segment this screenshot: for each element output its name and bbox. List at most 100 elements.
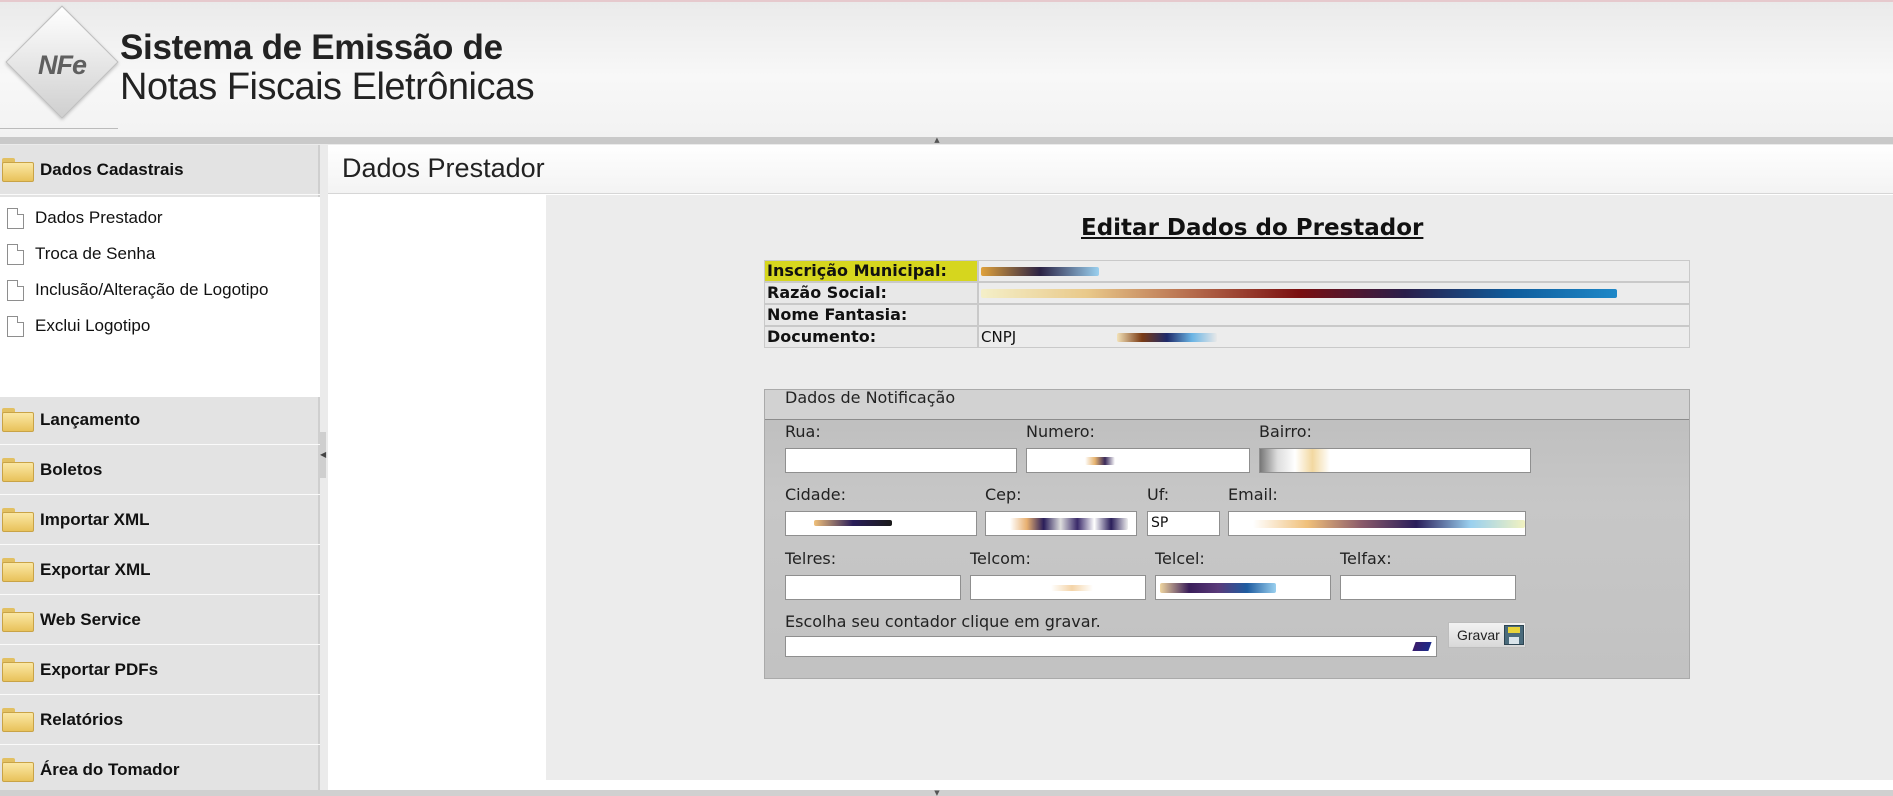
uf-label: Uf:	[1147, 485, 1170, 504]
sidebar-section-label: Área do Tomador	[40, 760, 180, 779]
telcel-input[interactable]	[1155, 575, 1331, 600]
rua-input[interactable]	[785, 448, 1017, 473]
gravar-button[interactable]: Gravar	[1448, 622, 1526, 648]
sidebar-section-boletos[interactable]: Boletos	[0, 445, 320, 495]
rua-label: Rua:	[785, 422, 821, 441]
info-value-razao-social	[978, 282, 1690, 304]
sidebar-section-dados-cadastrais[interactable]: Dados Cadastrais	[0, 145, 320, 195]
redacted-value	[1260, 449, 1330, 472]
collapse-sidebar-icon[interactable]: ◀	[320, 432, 326, 478]
notification-fieldset: Dados de Notificação Rua: Numero: Bairro…	[764, 388, 1690, 679]
nfe-logo-text: NFe	[37, 50, 87, 80]
redacted-value	[1051, 585, 1093, 591]
contador-label: Escolha seu contador clique em gravar.	[785, 612, 1101, 631]
telres-input[interactable]	[785, 575, 961, 600]
collapse-down-icon[interactable]: ▼	[912, 790, 962, 796]
folder-icon	[2, 658, 34, 682]
sidebar-item-logotipo[interactable]: Inclusão/Alteração de Logotipo	[0, 275, 320, 305]
cidade-label: Cidade:	[785, 485, 846, 504]
info-label: Documento:	[764, 326, 978, 348]
cidade-input[interactable]	[785, 511, 977, 536]
sidebar-section-web-service[interactable]: Web Service	[0, 595, 320, 645]
redacted-value	[1253, 520, 1525, 528]
uf-input[interactable]: SP	[1147, 511, 1220, 536]
info-value-documento: CNPJ	[978, 326, 1690, 348]
bairro-input[interactable]	[1259, 448, 1531, 473]
document-type: CNPJ	[981, 328, 1017, 346]
telfax-label: Telfax:	[1340, 549, 1392, 568]
dropdown-arrow-icon	[1412, 642, 1432, 651]
info-value-nome-fantasia	[978, 304, 1690, 326]
sidebar-section-area-tomador[interactable]: Área do Tomador	[0, 745, 320, 795]
telcel-label: Telcel:	[1155, 549, 1205, 568]
redacted-value	[981, 289, 1617, 298]
sidebar-section-label: Lançamento	[40, 410, 141, 429]
folder-icon	[2, 508, 34, 532]
redacted-value	[1117, 333, 1217, 342]
cep-label: Cep:	[985, 485, 1022, 504]
info-row-razao-social: Razão Social:	[764, 282, 1690, 304]
sidebar-section-label: Dados Cadastrais	[40, 160, 184, 179]
bairro-label: Bairro:	[1259, 422, 1312, 441]
sidebar-section-label: Web Service	[40, 610, 141, 629]
sidebar: Dados Cadastrais Dados Prestador Troca d…	[0, 145, 320, 795]
save-icon	[1504, 625, 1524, 645]
sidebar-section-exportar-xml[interactable]: Exportar XML	[0, 545, 320, 595]
gravar-button-label: Gravar	[1457, 627, 1500, 643]
telres-label: Telres:	[785, 549, 837, 568]
telcom-label: Telcom:	[970, 549, 1031, 568]
form-title: Editar Dados do Prestador	[1081, 215, 1424, 241]
info-row-inscricao: Inscrição Municipal:	[764, 260, 1690, 282]
folder-icon	[2, 458, 34, 482]
redacted-value	[1010, 518, 1128, 530]
folder-icon	[2, 408, 34, 432]
sidebar-item-troca-senha[interactable]: Troca de Senha	[0, 239, 320, 269]
document-icon	[7, 280, 24, 301]
app-title-line2: Notas Fiscais Eletrônicas	[120, 66, 535, 108]
sidebar-item-label: Dados Prestador	[35, 208, 163, 227]
sidebar-item-exclui-logotipo[interactable]: Exclui Logotipo	[0, 311, 320, 341]
document-icon	[7, 208, 24, 229]
folder-open-icon	[2, 158, 34, 182]
sidebar-section-label: Exportar XML	[40, 560, 151, 579]
info-label: Inscrição Municipal:	[764, 260, 978, 282]
document-icon	[7, 244, 24, 265]
sidebar-item-dados-prestador[interactable]: Dados Prestador	[0, 203, 320, 233]
redacted-value	[814, 520, 892, 526]
document-icon	[7, 316, 24, 337]
app-header: NFe Sistema de Emissão de Notas Fiscais …	[0, 0, 1893, 138]
numero-label: Numero:	[1026, 422, 1095, 441]
info-label: Nome Fantasia:	[764, 304, 978, 326]
fieldset-legend-bar: Dados de Notificação	[765, 388, 1689, 420]
telfax-input[interactable]	[1340, 575, 1516, 600]
fieldset-legend: Dados de Notificação	[785, 388, 956, 407]
sidebar-section-exportar-pdfs[interactable]: Exportar PDFs	[0, 645, 320, 695]
folder-icon	[2, 558, 34, 582]
cep-input[interactable]	[985, 511, 1137, 536]
contador-select[interactable]	[785, 636, 1437, 657]
redacted-value	[1160, 583, 1276, 593]
email-label: Email:	[1228, 485, 1278, 504]
numero-input[interactable]	[1026, 448, 1250, 473]
info-row-nome-fantasia: Nome Fantasia:	[764, 304, 1690, 326]
sidebar-item-label: Exclui Logotipo	[35, 316, 151, 335]
sidebar-section-importar-xml[interactable]: Importar XML	[0, 495, 320, 545]
content-area: Editar Dados do Prestador Inscrição Muni…	[546, 195, 1893, 780]
app-title-line1: Sistema de Emissão de	[120, 28, 503, 67]
sidebar-section-relatorios[interactable]: Relatórios	[0, 695, 320, 745]
header-divider	[0, 128, 118, 129]
folder-icon	[2, 608, 34, 632]
main-header: Dados Prestador	[328, 145, 1893, 194]
sidebar-section-label: Boletos	[40, 460, 103, 479]
sidebar-section-label: Importar XML	[40, 510, 150, 529]
redacted-value	[981, 267, 1099, 276]
sidebar-item-label: Troca de Senha	[35, 244, 156, 263]
sidebar-subitems: Dados Prestador Troca de Senha Inclusão/…	[0, 197, 320, 397]
telcom-input[interactable]	[970, 575, 1146, 600]
email-input[interactable]	[1228, 511, 1526, 536]
sidebar-section-lancamento[interactable]: Lançamento	[0, 395, 320, 445]
collapse-up-icon[interactable]: ▲	[912, 137, 962, 144]
folder-icon	[2, 758, 34, 782]
page-title: Dados Prestador	[342, 153, 545, 183]
folder-icon	[2, 708, 34, 732]
